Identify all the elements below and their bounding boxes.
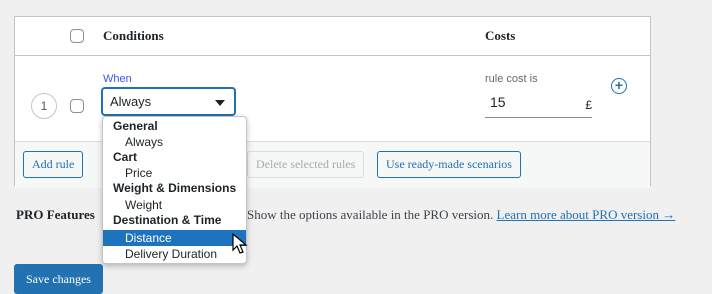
add-rule-button[interactable]: Add rule <box>23 151 84 178</box>
group-destination-time: Destination & Time <box>113 213 222 227</box>
condition-dropdown-menu: General Always Cart Price Weight & Dimen… <box>102 116 247 264</box>
pro-features-text: Show the options available in the PRO ve… <box>247 207 494 222</box>
costs-header: Costs <box>485 28 516 43</box>
add-row-icon[interactable]: + <box>611 78 627 94</box>
mouse-pointer-icon <box>232 233 248 254</box>
condition-select-value: Always <box>110 94 152 109</box>
table-header: Conditions Costs <box>15 17 650 56</box>
save-changes-button[interactable]: Save changes <box>14 264 103 294</box>
condition-select[interactable]: Always <box>102 88 235 115</box>
option-distance[interactable]: Distance <box>103 230 246 246</box>
group-general: General <box>113 119 158 133</box>
row-index: 1 <box>31 93 57 119</box>
option-price[interactable]: Price <box>103 165 246 181</box>
option-delivery-duration[interactable]: Delivery Duration <box>103 246 246 262</box>
ready-made-scenarios-button[interactable]: Use ready-made scenarios <box>377 151 521 178</box>
row-checkbox[interactable] <box>70 99 84 113</box>
currency-symbol: £ <box>585 98 592 112</box>
rule-cost-input[interactable]: 15 £ <box>485 91 592 118</box>
chevron-down-icon <box>215 100 225 106</box>
learn-more-link[interactable]: Learn more about PRO version → <box>497 207 676 222</box>
pro-features-label: PRO Features <box>16 207 95 222</box>
select-all-checkbox[interactable] <box>70 29 84 43</box>
group-cart: Cart <box>113 150 138 164</box>
conditions-header: Conditions <box>103 28 164 43</box>
when-label: When <box>103 73 132 85</box>
delete-selected-rules-button[interactable]: Delete selected rules <box>247 151 365 178</box>
option-weight[interactable]: Weight <box>103 197 246 213</box>
rule-cost-value: 15 <box>490 94 506 110</box>
option-always[interactable]: Always <box>103 134 246 150</box>
pro-features-description: Show the options available in the PRO ve… <box>247 207 675 223</box>
group-weight-dimensions: Weight & Dimensions <box>113 181 237 195</box>
rule-cost-label: rule cost is <box>485 73 538 85</box>
